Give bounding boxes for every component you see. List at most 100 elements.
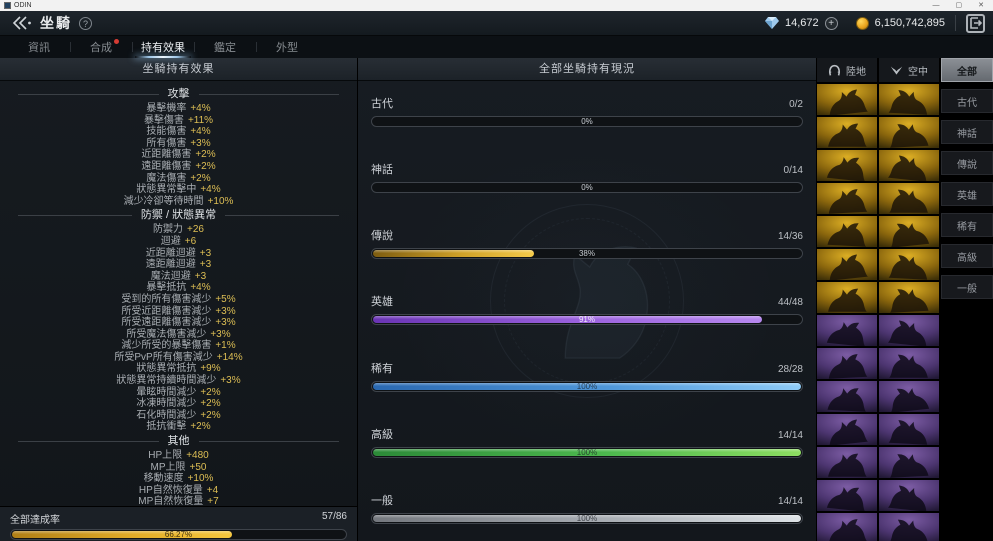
grade-progress-bar: 100%	[371, 513, 803, 524]
grade-progress-row: 一般14/14100%	[371, 492, 803, 524]
mount-thumbnail-grid	[817, 84, 939, 541]
diamond-currency-value: 14,672	[785, 17, 819, 29]
stat-value: +50	[190, 462, 207, 473]
grade-filter-傳說[interactable]: 傳說	[941, 151, 993, 175]
tab-鑑定[interactable]: 鑑定	[194, 36, 256, 58]
tab-外型[interactable]: 外型	[256, 36, 318, 58]
stat-value: +26	[187, 224, 204, 235]
mount-collection-panel: 全部坐騎持有現況 古代0/20%神話0/140%傳說14/3638%英雄44/4…	[358, 58, 817, 541]
mount-silhouette-icon	[822, 183, 872, 214]
stat-value: +3	[200, 248, 211, 259]
mount-thumbnail[interactable]	[817, 84, 877, 115]
mount-thumbnail[interactable]	[879, 348, 939, 379]
grade-progress-list: 古代0/20%神話0/140%傳說14/3638%英雄44/4891%稀有28/…	[358, 81, 816, 541]
exit-button[interactable]	[966, 14, 985, 33]
stat-value: +2%	[200, 398, 220, 409]
mount-thumbnail[interactable]	[817, 447, 877, 478]
game-top-bar: 坐騎 ? 14,672 + 6,150,742,895	[0, 11, 993, 36]
grade-label: 神話	[371, 161, 393, 177]
stat-line: 狀態異常抵抗+9%	[0, 363, 357, 375]
mount-thumbnail[interactable]	[879, 183, 939, 214]
stat-value: +2%	[200, 410, 220, 421]
mount-silhouette-icon	[822, 216, 872, 247]
help-icon[interactable]: ?	[79, 17, 92, 30]
notification-dot	[114, 39, 119, 44]
mount-silhouette-icon	[884, 117, 934, 148]
stat-label: 冰凍時間減少	[136, 398, 196, 409]
grade-progress-bar: 100%	[371, 381, 803, 392]
mount-thumbnail[interactable]	[879, 282, 939, 313]
stat-value: +3	[195, 271, 206, 282]
mount-thumbnail[interactable]	[817, 282, 877, 313]
grade-count: 44/48	[778, 297, 803, 308]
stat-line: 受到的所有傷害減少+5%	[0, 294, 357, 306]
total-achievement-count: 57/86	[322, 511, 347, 526]
mount-thumbnail[interactable]	[817, 414, 877, 445]
mount-thumbnail[interactable]	[879, 513, 939, 541]
mount-thumbnail[interactable]	[879, 249, 939, 280]
total-achievement-section: 全部達成率 57/86 66.27%	[0, 506, 357, 541]
close-button[interactable]: ✕	[978, 0, 984, 11]
mount-thumbnail[interactable]	[879, 414, 939, 445]
stat-line: 技能傷害+4%	[0, 126, 357, 138]
stat-label: 迴避	[161, 236, 181, 247]
tab-合成[interactable]: 合成	[70, 36, 132, 58]
grade-filter-稀有[interactable]: 稀有	[941, 213, 993, 237]
mount-type-tabs: 陸地空中	[817, 58, 939, 82]
back-button[interactable]	[8, 13, 38, 33]
mount-thumbnail[interactable]	[879, 480, 939, 511]
mount-thumbnail[interactable]	[817, 117, 877, 148]
stat-label: 抵抗衝擊	[146, 421, 186, 432]
mount-thumbnail[interactable]	[817, 513, 877, 541]
mount-thumbnail[interactable]	[817, 315, 877, 346]
grade-progress-bar: 38%	[371, 248, 803, 259]
grade-filter-神話[interactable]: 神話	[941, 120, 993, 144]
mount-thumbnail[interactable]	[879, 117, 939, 148]
mount-thumbnail[interactable]	[879, 150, 939, 181]
grade-filter-古代[interactable]: 古代	[941, 89, 993, 113]
grade-filter-英雄[interactable]: 英雄	[941, 182, 993, 206]
section-title: 攻擊	[168, 88, 190, 101]
mount-thumbnail[interactable]	[879, 216, 939, 247]
tab-持有效果[interactable]: 持有效果	[132, 36, 194, 58]
stat-value: +11%	[188, 115, 213, 126]
mount-silhouette-icon	[884, 414, 934, 445]
mount-thumbnail[interactable]	[879, 447, 939, 478]
stat-value: +480	[186, 450, 209, 461]
stat-value: +3%	[215, 317, 235, 328]
grade-filter-一般[interactable]: 一般	[941, 275, 993, 299]
mount-thumbnail[interactable]	[817, 381, 877, 412]
mount-thumbnail[interactable]	[879, 315, 939, 346]
stat-value: +10%	[208, 196, 234, 207]
mount-thumbnail[interactable]	[817, 183, 877, 214]
app-title: ODIN	[14, 0, 32, 11]
mount-thumbnail[interactable]	[879, 84, 939, 115]
divider	[955, 15, 956, 31]
stat-label: 受到的所有傷害減少	[121, 294, 211, 305]
mount-thumbnail[interactable]	[879, 381, 939, 412]
page-title: 坐騎	[40, 13, 72, 33]
mount-silhouette-icon	[884, 447, 934, 478]
stat-line: 遠距離傷害+2%	[0, 161, 357, 173]
mount-type-tab-陸地[interactable]: 陸地	[817, 58, 877, 82]
mount-thumbnail[interactable]	[817, 150, 877, 181]
stat-label: 暈眩時間減少	[136, 387, 196, 398]
stat-value: +4%	[200, 184, 220, 195]
grade-count: 14/36	[778, 231, 803, 242]
mount-thumbnail[interactable]	[817, 348, 877, 379]
stat-label: 所有傷害	[146, 138, 186, 149]
stat-value: +2%	[200, 387, 220, 398]
add-diamond-button[interactable]: +	[825, 17, 838, 30]
mount-thumbnail[interactable]	[817, 480, 877, 511]
tab-資訊[interactable]: 資訊	[8, 36, 70, 58]
minimize-button[interactable]: —	[933, 0, 940, 11]
stat-label: 所受魔法傷害減少	[126, 329, 206, 340]
mount-thumbnail[interactable]	[817, 249, 877, 280]
maximize-button[interactable]: ▢	[956, 0, 963, 11]
grade-filter-高級[interactable]: 高級	[941, 244, 993, 268]
mount-thumbnail[interactable]	[817, 216, 877, 247]
currency-area: 14,672 + 6,150,742,895	[765, 14, 985, 33]
grade-filter-全部[interactable]: 全部	[941, 58, 993, 82]
stat-label: 所受近距離傷害減少	[121, 306, 211, 317]
mount-type-tab-空中[interactable]: 空中	[879, 58, 939, 82]
